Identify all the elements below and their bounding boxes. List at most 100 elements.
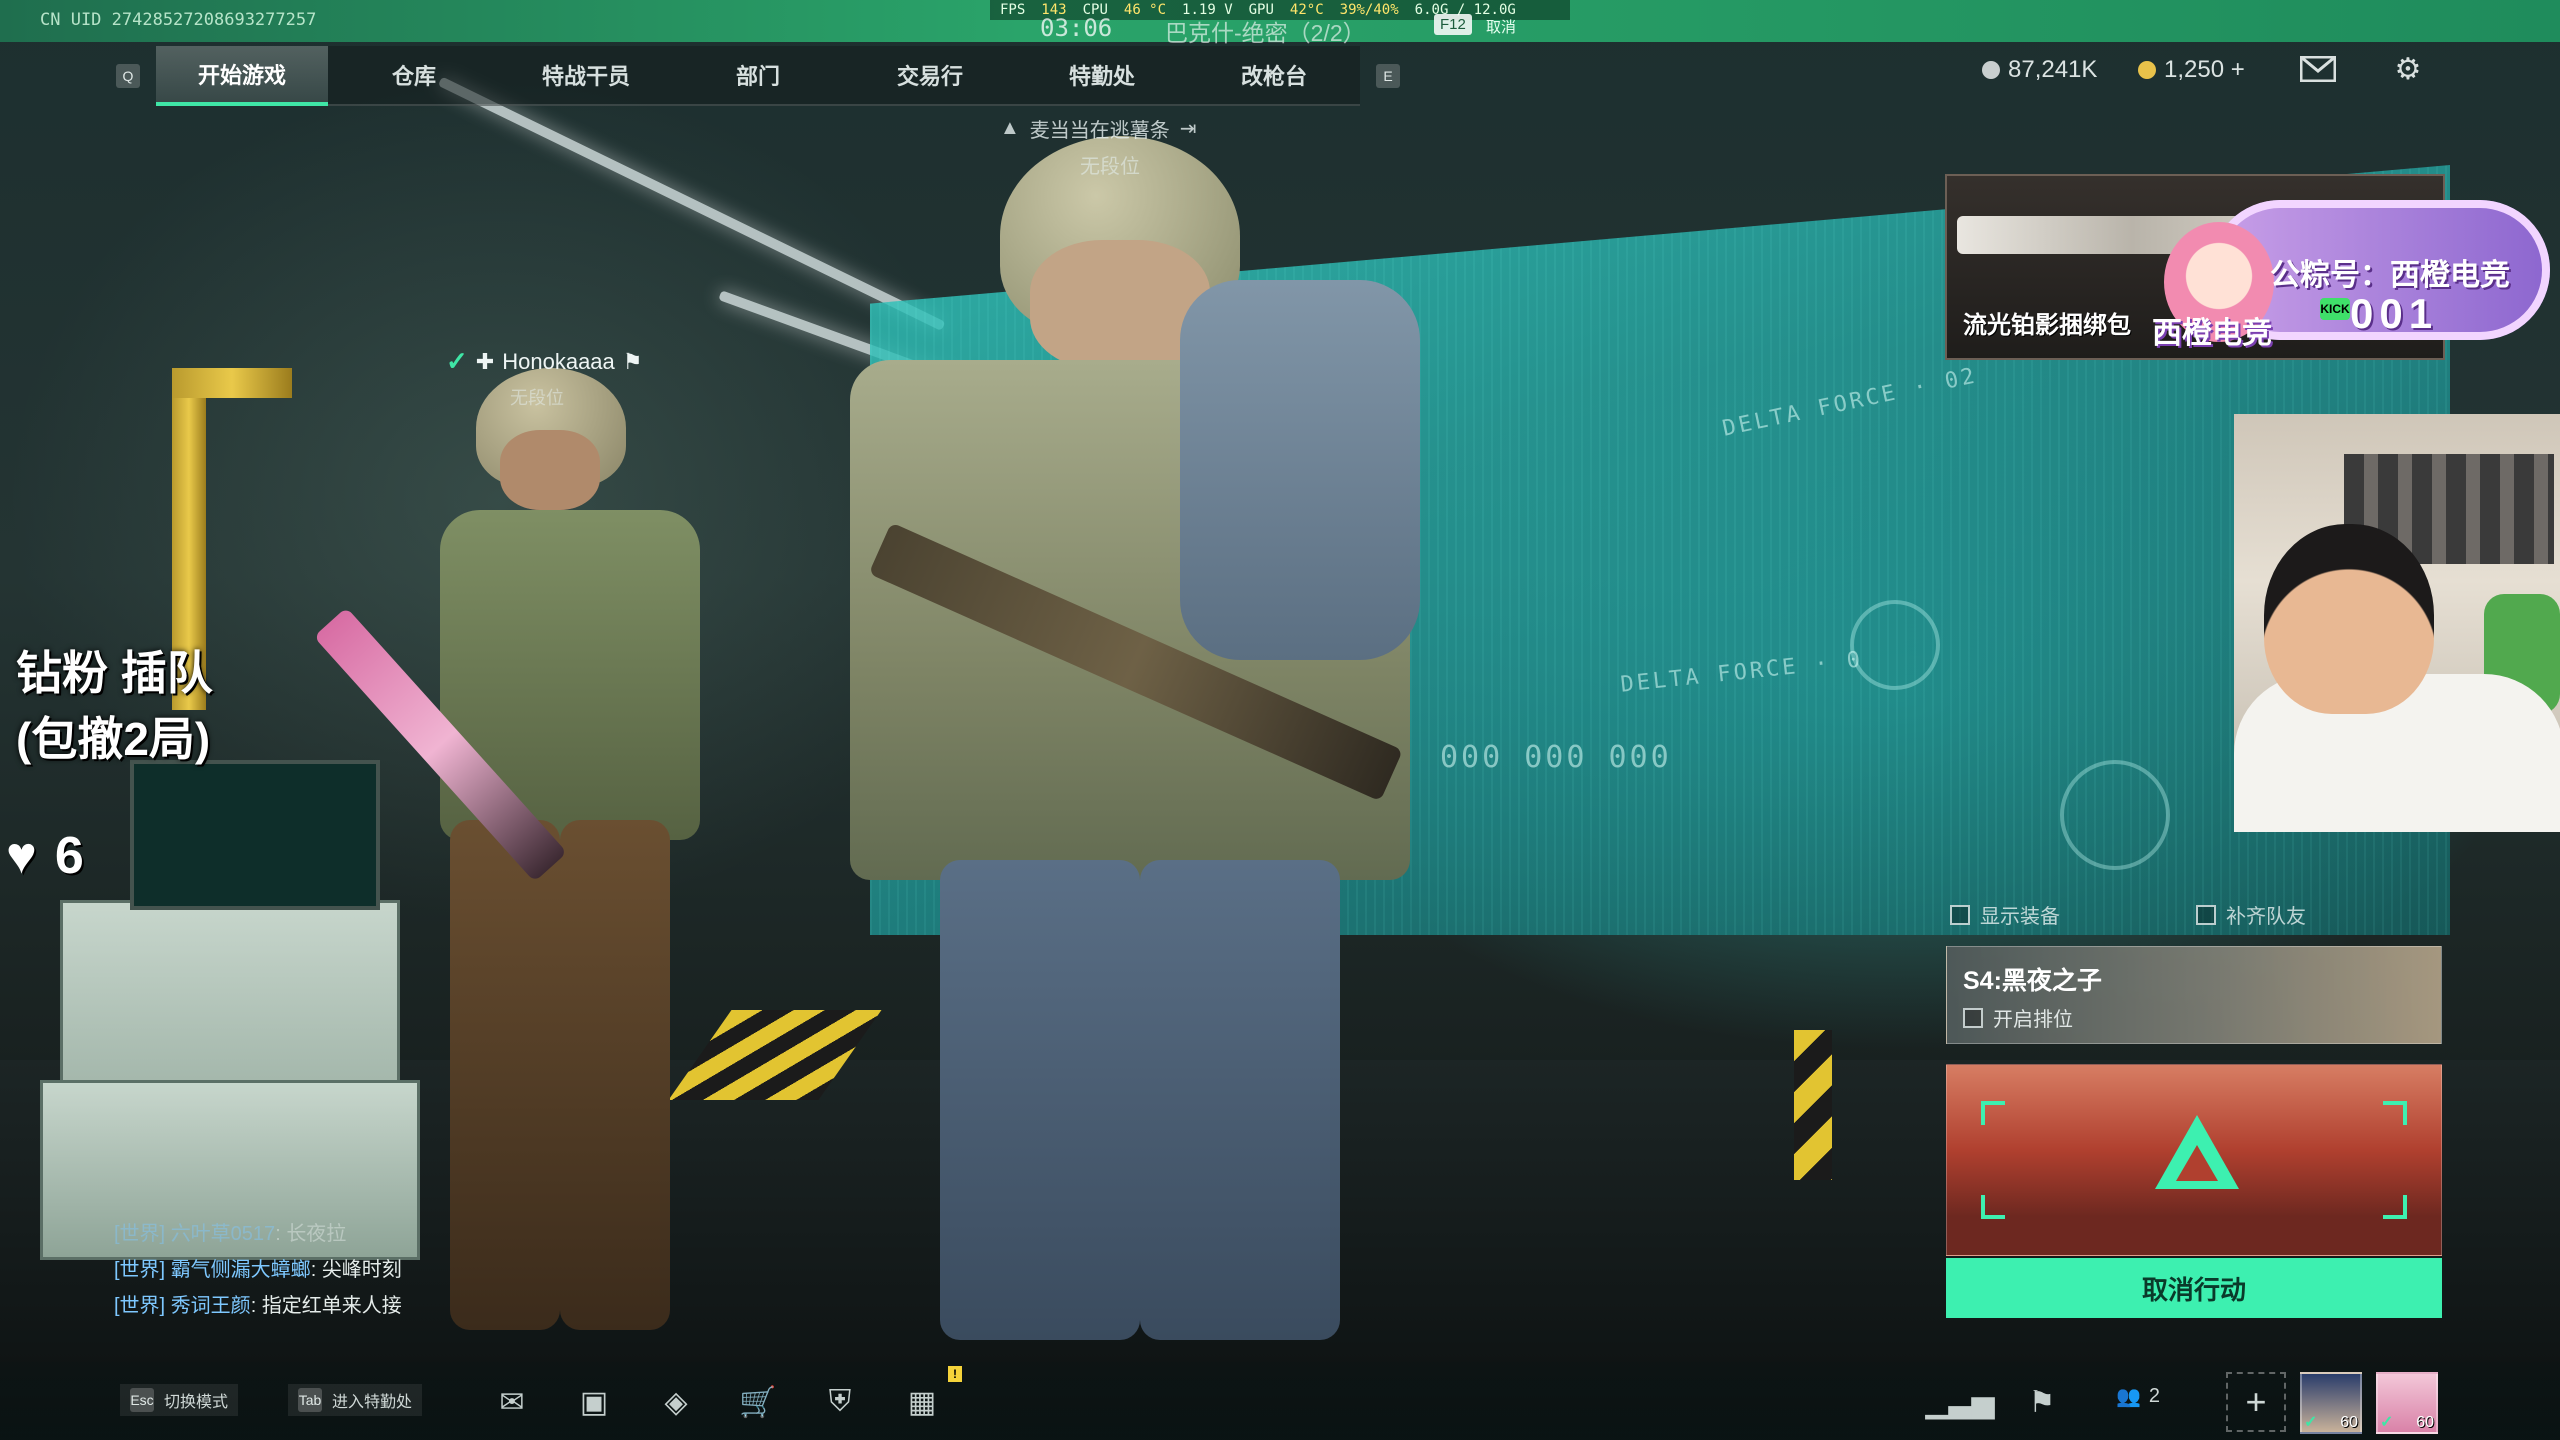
frame-corner xyxy=(1981,1195,2005,1219)
player-rank: 无段位 xyxy=(1080,156,1140,178)
badge-number: 001 xyxy=(2350,290,2439,337)
teammate-rank: 无段位 xyxy=(510,388,564,408)
silver-coin-icon xyxy=(1982,61,2000,79)
chat-channel: [世界] xyxy=(114,1223,166,1245)
special-ops-label: 进入特勤处 xyxy=(332,1394,413,1411)
broadcast-text: 麦当当在逃薯条 xyxy=(1029,120,1170,142)
ranked-label: 开启排位 xyxy=(1993,1009,2073,1031)
overlay-line-1: 钻粉 插队 xyxy=(16,647,213,699)
ranked-toggle[interactable]: 开启排位 xyxy=(1963,1003,2073,1032)
exit-icon[interactable]: ⇥ xyxy=(1180,116,1197,141)
squad-broadcast: ▲ 麦当当在逃薯条 ⇥ xyxy=(1000,114,1197,143)
tab-key: Tab xyxy=(298,1388,322,1412)
hologram-radar xyxy=(1850,600,1940,690)
plus-icon: ✚ xyxy=(475,348,495,374)
chat-message: [世界] 霸气侧漏大蟑螂: 尖峰时刻 xyxy=(114,1259,402,1281)
overlay-line-2: (包撤2局) xyxy=(16,713,211,765)
teammate-name: Honokaaaa xyxy=(502,348,615,374)
show-gear-checkbox[interactable] xyxy=(1950,904,1970,925)
q-key: Q xyxy=(116,64,140,88)
heart-icon: ♥ xyxy=(6,827,37,885)
gold-currency[interactable]: 1,250 + xyxy=(2138,56,2245,84)
badge-icon[interactable]: ◈ xyxy=(652,1380,700,1424)
map-name: 巴克什-绝密（2/2） xyxy=(1165,20,1366,46)
chat-user[interactable]: 霸气侧漏大蟑螂 xyxy=(171,1259,311,1281)
broadcast-icon: ▲ xyxy=(1000,117,1020,139)
f12-key[interactable]: F12 xyxy=(1434,14,1472,35)
map-card[interactable] xyxy=(1946,1064,2442,1256)
tab-department[interactable]: 部门 xyxy=(672,46,844,106)
frame-corner xyxy=(2383,1101,2407,1125)
nav-next-key[interactable]: E xyxy=(1360,46,1416,106)
silver-currency[interactable]: 87,241K xyxy=(1982,56,2097,84)
flag-icon: ⚑ xyxy=(622,348,643,374)
streamer-webcam xyxy=(2234,414,2560,832)
shield-icon[interactable]: ⛨ xyxy=(816,1380,864,1424)
heart-count: 6 xyxy=(54,827,84,885)
show-gear-toggle[interactable]: 显示装备 xyxy=(1950,900,2060,929)
esc-key: Esc xyxy=(130,1388,154,1412)
shop-cart-icon[interactable]: 🛒 xyxy=(734,1380,782,1424)
cpu-temp: 46 °C xyxy=(1123,2,1167,18)
world-chat: [世界] 六叶草0517: 长夜拉 [世界] 霸气侧漏大蟑螂: 尖峰时刻 [世界… xyxy=(114,1216,402,1324)
teammate-nameplate[interactable]: ✓ ✚ Honokaaaa ⚑ xyxy=(446,346,643,377)
tab-operators[interactable]: 特战干员 xyxy=(500,46,672,106)
chat-message: [世界] 秀词王颜: 指定红单来人接 xyxy=(114,1295,402,1317)
gold-coin-icon xyxy=(2138,61,2156,79)
main-nav: Q 开始游戏 仓库 特战干员 部门 交易行 特勤处 改枪台 E xyxy=(100,46,1416,106)
frame-corner xyxy=(1981,1101,2005,1125)
season-card[interactable]: S4:黑夜之子 开启排位 xyxy=(1946,946,2442,1044)
ranked-checkbox[interactable] xyxy=(1963,1007,1983,1028)
friends-button[interactable]: 👥 2 xyxy=(2116,1384,2160,1409)
silver-amount: 87,241K xyxy=(2008,56,2098,83)
fill-squad-toggle[interactable]: 补齐队友 xyxy=(2196,900,2306,929)
fps-label: FPS xyxy=(1000,2,1026,18)
ready-check-icon: ✓ xyxy=(446,346,468,376)
gear-icon[interactable]: ⚙ xyxy=(2388,53,2428,86)
chat-text: 尖峰时刻 xyxy=(321,1259,402,1281)
tab-gunsmith[interactable]: 改枪台 xyxy=(1188,46,1360,106)
pipe xyxy=(172,368,292,398)
account-label: 公粽号：西橙电竞 xyxy=(2270,259,2510,292)
frame-corner xyxy=(2383,1195,2407,1219)
gold-amount: 1,250 + xyxy=(2164,56,2245,83)
chat-text: 指定红单来人接 xyxy=(261,1295,402,1317)
tab-start-game[interactable]: 开始游戏 xyxy=(156,46,328,106)
match-timer: 03:06 xyxy=(1040,14,1113,42)
chat-user[interactable]: 秀词王颜 xyxy=(171,1295,251,1317)
ready-check-icon: ✓ xyxy=(2380,1414,2394,1431)
stats-icon[interactable]: ▁▃▅ xyxy=(1925,1380,1994,1424)
show-gear-label: 显示装备 xyxy=(1980,906,2060,928)
stream-overlay-note: 钻粉 插队 (包撤2局) xyxy=(16,640,213,772)
brand-name: 西橙电竞 xyxy=(2152,317,2272,350)
chat-icon[interactable]: ✉ xyxy=(488,1380,536,1424)
nav-prev-key[interactable]: Q xyxy=(100,46,156,106)
streamer-head xyxy=(2264,524,2434,714)
chat-user[interactable]: 六叶草0517 xyxy=(171,1223,276,1245)
friends-count: 2 xyxy=(2148,1385,2161,1407)
hazard-post xyxy=(1794,1030,1832,1180)
hologram-emblem xyxy=(2060,760,2170,870)
hologram-text: 000 000 000 xyxy=(1440,740,1672,775)
tab-warehouse[interactable]: 仓库 xyxy=(328,46,500,106)
delta-logo-inner xyxy=(2176,1145,2218,1181)
squad-member-slot[interactable]: ✓ 60 xyxy=(2376,1372,2438,1434)
mail-icon[interactable] xyxy=(2298,54,2338,84)
season-title: S4:黑夜之子 xyxy=(1963,967,2102,995)
ceiling-light xyxy=(437,76,946,331)
squad-member-slot[interactable]: ✓ 60 xyxy=(2300,1372,2362,1434)
invite-slot[interactable]: + xyxy=(2226,1372,2286,1432)
calendar-icon[interactable]: ▦ xyxy=(898,1380,946,1424)
fill-squad-checkbox[interactable] xyxy=(2196,904,2216,925)
e-key: E xyxy=(1376,64,1400,88)
gift-icon[interactable]: ▣ xyxy=(570,1380,618,1424)
switch-mode-button[interactable]: Esc 切换模式 xyxy=(120,1384,239,1416)
tab-trading[interactable]: 交易行 xyxy=(844,46,1016,106)
cancel-action-button[interactable]: 取消行动 xyxy=(1946,1258,2442,1318)
flag-icon[interactable]: ⚑ xyxy=(2018,1380,2066,1424)
player-uid: CN UID 27428527208693277257 xyxy=(40,10,317,30)
console-monitor xyxy=(130,760,380,910)
special-ops-button[interactable]: Tab 进入特勤处 xyxy=(288,1384,423,1416)
tab-special-ops[interactable]: 特勤处 xyxy=(1016,46,1188,106)
f12-cancel-label: 取消 xyxy=(1486,19,1517,36)
